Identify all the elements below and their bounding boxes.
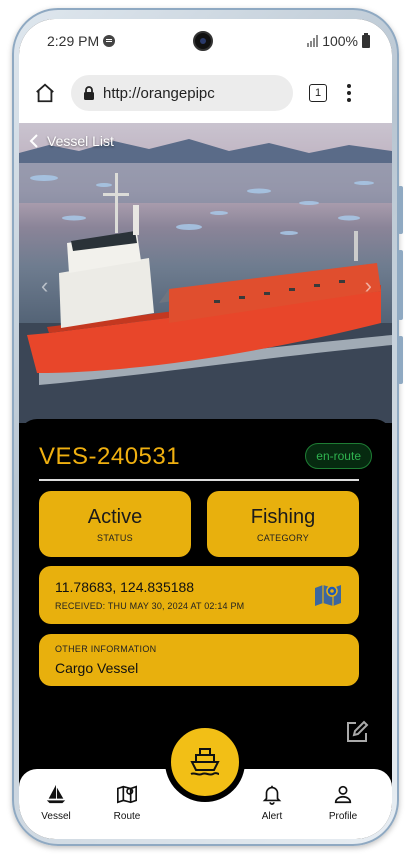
other-info-card: OTHER INFORMATION Cargo Vessel: [39, 634, 359, 686]
nav-alert[interactable]: Alert: [242, 783, 302, 822]
signal-icon: [307, 35, 319, 47]
back-to-vessel-list[interactable]: Vessel List: [29, 133, 114, 149]
map-pin-icon[interactable]: [313, 582, 343, 608]
status-time: 2:29 PM: [47, 33, 100, 49]
bell-icon: [262, 785, 282, 805]
other-info-value: Cargo Vessel: [55, 660, 139, 676]
vessel-id: VES-240531: [39, 443, 181, 470]
front-camera: [193, 31, 213, 51]
phone-screen: 2:29 PM 100% http://orangepipc 1 Vessel …: [19, 19, 392, 839]
nav-route[interactable]: Route: [97, 783, 157, 822]
location-text: 11.78683, 124.835188 RECEIVED: THU MAY 3…: [55, 579, 244, 611]
url-bar[interactable]: http://orangepipc: [71, 75, 293, 111]
url-text: http://orangepipc: [103, 84, 215, 102]
other-info-label: OTHER INFORMATION: [55, 644, 157, 654]
nav-profile-label: Profile: [328, 811, 358, 822]
tab-switcher-button[interactable]: 1: [309, 84, 327, 102]
category-card: Fishing CATEGORY: [207, 491, 359, 557]
status-value: Active: [87, 505, 143, 528]
side-button: [398, 336, 403, 384]
vessel-photo: Vessel List ‹ ›: [19, 123, 392, 423]
status-badge: en-route: [305, 443, 372, 469]
battery-percent: 100%: [322, 33, 358, 49]
category-value: Fishing: [250, 505, 316, 528]
nav-alert-label: Alert: [261, 811, 283, 822]
nav-vessel-label: Vessel: [41, 811, 71, 822]
status-label: STATUS: [97, 532, 133, 543]
lock-icon: [84, 86, 94, 100]
center-ship-button[interactable]: [165, 722, 245, 802]
carousel-next-arrow[interactable]: ›: [365, 273, 372, 299]
chevron-left-icon: [29, 134, 38, 148]
nav-vessel[interactable]: Vessel: [26, 783, 86, 822]
ship-icon: [190, 748, 220, 776]
status-right: 100%: [307, 32, 370, 49]
back-label: Vessel List: [47, 133, 114, 149]
status-card: Active STATUS: [39, 491, 191, 557]
power-button: [398, 250, 403, 320]
browser-toolbar: http://orangepipc 1: [19, 63, 392, 123]
carousel-prev-arrow[interactable]: ‹: [41, 273, 48, 299]
volume-button: [398, 186, 403, 234]
location-card: 11.78683, 124.835188 RECEIVED: THU MAY 3…: [39, 566, 359, 624]
nav-profile[interactable]: Profile: [313, 783, 373, 822]
divider: [39, 479, 359, 481]
home-icon: [36, 83, 54, 103]
edit-icon[interactable]: [344, 719, 370, 745]
category-label: CATEGORY: [256, 532, 310, 543]
battery-icon: [362, 32, 370, 48]
nav-route-label: Route: [113, 811, 141, 822]
user-icon: [334, 785, 352, 804]
home-button[interactable]: [31, 79, 59, 107]
spotify-icon: [103, 35, 116, 47]
sailboat-icon: [46, 784, 66, 804]
map-icon: [117, 785, 137, 804]
received-timestamp: RECEIVED: THU MAY 30, 2024 AT 02:14 PM: [55, 601, 245, 611]
browser-menu-button[interactable]: [345, 84, 353, 102]
coordinates: 11.78683, 124.835188: [55, 579, 195, 595]
status-time-group: 2:29 PM: [47, 33, 116, 49]
status-bar: 2:29 PM 100%: [19, 19, 392, 63]
vessel-illustration: [19, 139, 392, 423]
